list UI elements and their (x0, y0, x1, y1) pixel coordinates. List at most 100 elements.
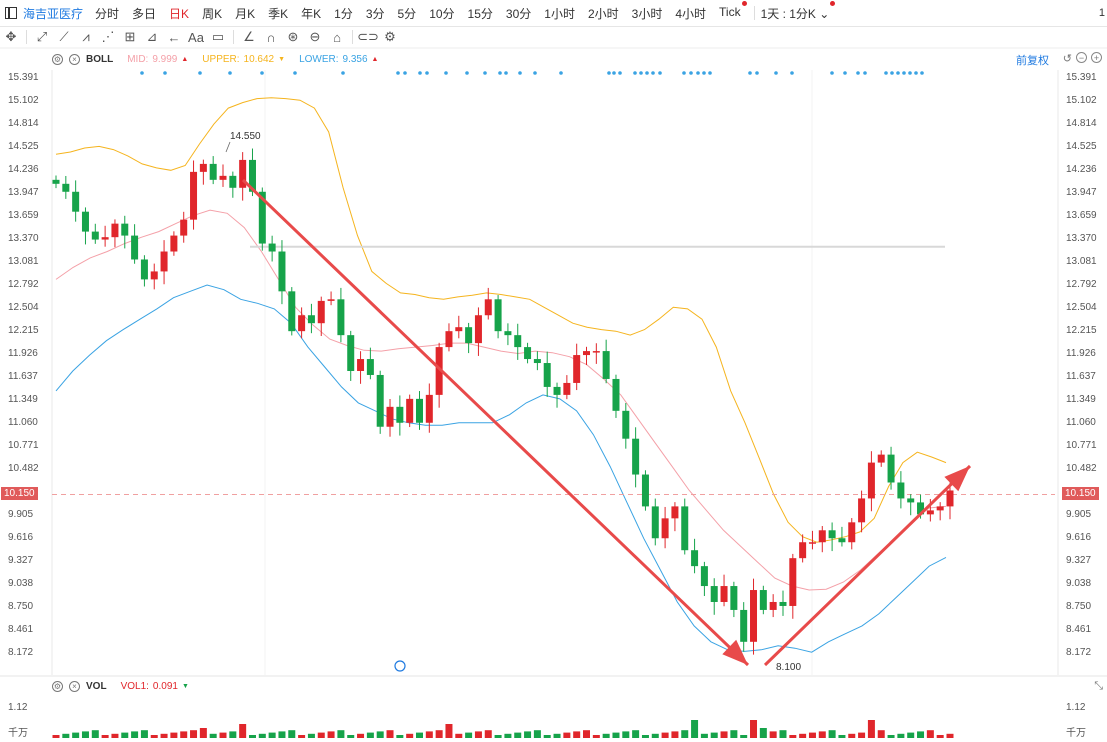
downtrend-arrow-head (722, 639, 748, 665)
period-tab[interactable]: 季K (268, 5, 288, 22)
ray-tool-icon[interactable]: ⟋ (53, 29, 75, 45)
volume-bar (327, 731, 335, 738)
candle-body (632, 438, 640, 475)
low-price-label: 8.100 (776, 662, 801, 673)
candlesticks (52, 148, 954, 655)
period-tab[interactable]: 多日 (132, 5, 156, 22)
volume-name[interactable]: VOL (86, 681, 107, 692)
zoom-in-icon[interactable]: + (1091, 52, 1102, 63)
trash-icon[interactable]: ⌂ (326, 30, 348, 45)
arrow-tool-icon[interactable]: ← (163, 30, 185, 45)
price-tick-label: 13.947 (1066, 187, 1097, 198)
volume-bar (661, 732, 669, 738)
period-tab[interactable]: 年K (301, 5, 321, 22)
period-tab[interactable]: 10分 (429, 5, 454, 22)
period-tab[interactable]: 月K (235, 5, 255, 22)
price-tick-label: 13.659 (1066, 210, 1097, 221)
volume-bar (828, 730, 836, 738)
zoom-out-icon[interactable]: − (1076, 52, 1087, 63)
volume-bar (190, 730, 198, 738)
magnet-icon[interactable]: ∩ (260, 30, 282, 45)
volume-bar (877, 730, 885, 738)
volume-bar (288, 730, 296, 738)
signal-dot (639, 71, 643, 75)
panel-toggle-icon[interactable] (5, 7, 17, 19)
divider (233, 30, 234, 44)
volume-bar (366, 732, 374, 738)
close-icon[interactable]: × (69, 53, 80, 65)
period-tab[interactable]: 3小时 (632, 5, 663, 22)
undo-icon[interactable]: ↺ (1063, 52, 1072, 65)
period-tab[interactable]: 1分 (334, 5, 353, 22)
more-label[interactable]: 1 (1099, 7, 1105, 19)
down-arrow-icon: ▼ (278, 55, 286, 63)
signal-dot (418, 71, 422, 75)
volume-bar (376, 731, 384, 738)
period-tab[interactable]: 5分 (398, 5, 417, 22)
comment-tool-icon[interactable]: ▭ (207, 29, 229, 45)
volume-bar (219, 732, 227, 738)
price-tick-label: 8.461 (1066, 624, 1091, 635)
downtrend-arrow-shaft (241, 178, 750, 667)
period-tab[interactable]: Tick (719, 0, 747, 22)
period-tab[interactable]: 15分 (468, 5, 493, 22)
link-icon[interactable]: ⊂⊃ (357, 29, 379, 45)
settings-gear-icon[interactable]: ⚙ (52, 53, 63, 65)
candle-body (278, 251, 286, 292)
signal-dot (658, 71, 662, 75)
period-tab[interactable]: 日K (169, 5, 189, 22)
price-tick-label: 9.327 (8, 555, 33, 566)
price-chart[interactable]: 14.550 8.100 15.391 15.102 14.814 14.525 14.2… (0, 0, 1107, 742)
period-tab[interactable]: 3分 (366, 5, 385, 22)
brush-tool-icon[interactable]: ∠ (238, 29, 260, 45)
measure-tool-icon[interactable]: ⊿ (141, 29, 163, 45)
candle-body (789, 558, 797, 606)
period-tab[interactable]: 4小时 (675, 5, 706, 22)
price-tick-label: 11.637 (1066, 371, 1096, 382)
period-tab[interactable]: 1小时 (544, 5, 575, 22)
period-tab[interactable]: 2小时 (588, 5, 619, 22)
adjust-mode-button[interactable]: 前复权 (1016, 52, 1049, 68)
line-tool-icon[interactable]: ⤢ (31, 29, 53, 45)
period-tab[interactable]: 周K (202, 5, 222, 22)
fibonacci-tool-icon[interactable]: ⊞ (119, 29, 141, 45)
period-tab[interactable]: 分时 (95, 5, 119, 22)
volume-bar (779, 730, 787, 738)
indicator-name[interactable]: BOLL (86, 54, 113, 65)
period-list: 分时 多日 日K 周K 月K 季K 年K 1分 3分 5分 10分 15分 30分 1小时 2小时 3小时 4小… (95, 0, 754, 22)
price-tick-label: 10.771 (1066, 440, 1097, 451)
signal-dot (696, 71, 700, 75)
timeframe-select[interactable]: 1天 : 1分K ⌄ (761, 0, 836, 22)
volume-bar (494, 735, 502, 738)
drawing-toolbar: ✥ ⤢ ⟋ ⩘ ⋰ ⊞ ⊿ ← Aa ▭ ∠ ∩ ⊛ ⊖ ⌂ ⊂⊃ ⚙ (0, 27, 1107, 47)
volume-bar (474, 731, 482, 738)
candle-body (327, 299, 335, 301)
volume-bar (465, 732, 473, 738)
signal-dot (228, 71, 232, 75)
text-tool-icon[interactable]: Aa (185, 30, 207, 45)
stock-name[interactable]: 海吉亚医疗 (23, 5, 83, 22)
signal-dot (403, 71, 407, 75)
settings-icon[interactable]: ⚙ (379, 29, 401, 45)
lock-icon[interactable]: ⊖ (304, 29, 326, 45)
close-icon[interactable]: × (69, 680, 80, 692)
zigzag-tool-icon[interactable]: ⋰ (97, 29, 119, 45)
expand-icon[interactable]: ⤡ (1094, 680, 1103, 693)
price-tick-label: 10.771 (8, 440, 39, 451)
candle-body (406, 398, 414, 423)
crosshair-icon[interactable]: ✥ (0, 29, 22, 45)
volume-bar (121, 732, 129, 738)
settings-gear-icon[interactable]: ⚙ (52, 680, 63, 692)
volume-bar (573, 731, 581, 738)
target-icon[interactable]: ⊛ (282, 29, 304, 45)
polyline-tool-icon[interactable]: ⩘ (75, 29, 97, 45)
candle-body (661, 518, 669, 539)
signal-dot (908, 71, 912, 75)
volume-bar (317, 732, 325, 738)
trend-arrows (241, 178, 972, 667)
signal-dot (863, 71, 867, 75)
volume-bar (386, 730, 394, 738)
period-tab[interactable]: 30分 (506, 5, 531, 22)
scroll-center-icon[interactable] (394, 660, 406, 672)
divider (26, 30, 27, 44)
